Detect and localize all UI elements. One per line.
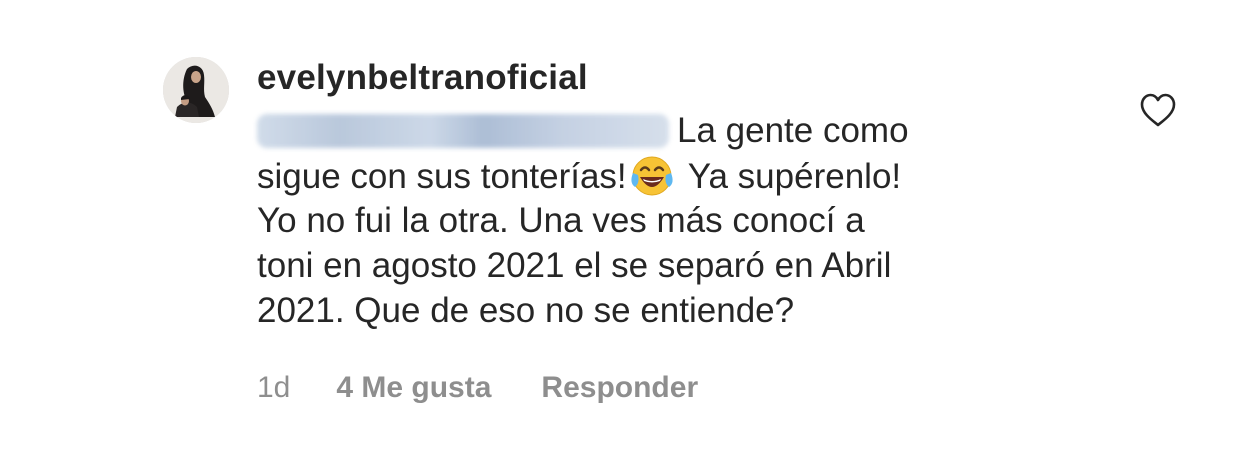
comment-meta: 1d 4 Me gusta Responder [257, 368, 698, 408]
comment-timestamp: 1d [257, 371, 291, 404]
comment-line-5-text: 2021. Que de eso no se entiende? [257, 291, 795, 330]
likes-count-button[interactable]: 4 Me gusta [336, 371, 491, 404]
comment-line: La gente como [257, 108, 1037, 153]
avatar[interactable] [163, 57, 229, 123]
avatar-photo [163, 57, 229, 123]
comment-line-2b-text: Ya supérenlo! [678, 157, 902, 196]
comment-line-3-text: Yo no fui la otra. Una ves más conocí a [257, 201, 865, 240]
comment-line-2a-text: sigue con sus tonterías! [257, 157, 627, 196]
reply-button[interactable]: Responder [541, 371, 698, 404]
heart-outline-icon[interactable] [1139, 92, 1177, 128]
comment-line-1-text: La gente como [677, 111, 909, 150]
comment-line: sigue con sus tonterías! Ya supérenlo! [257, 153, 1037, 198]
face-with-tears-of-joy-icon [631, 156, 673, 196]
comment: evelynbeltranoficial La gente como sigue… [0, 0, 1242, 467]
comment-line-4-text: toni en agosto 2021 el se separó en Abri… [257, 246, 892, 285]
blurred-mention [257, 114, 669, 148]
comment-username[interactable]: evelynbeltranoficial [257, 56, 588, 100]
comment-text: La gente como sigue con sus tonterías! Y… [257, 108, 1037, 333]
